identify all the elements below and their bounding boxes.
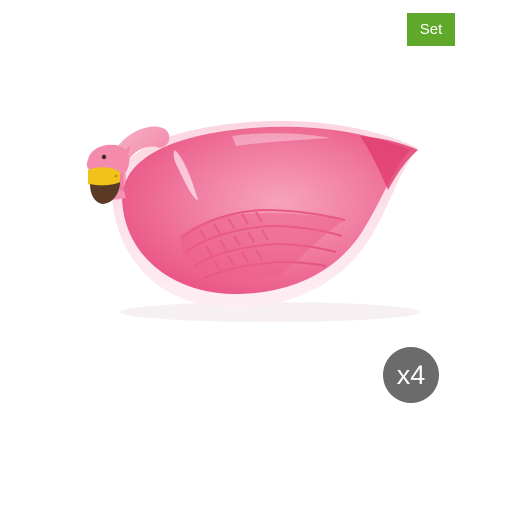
set-badge: Set	[407, 13, 455, 46]
quantity-badge: x4	[383, 347, 439, 403]
bowl-shadow	[120, 302, 420, 322]
product-image	[86, 120, 420, 322]
flamingo-beak-nostril	[114, 174, 118, 178]
flamingo-eye	[101, 154, 107, 160]
